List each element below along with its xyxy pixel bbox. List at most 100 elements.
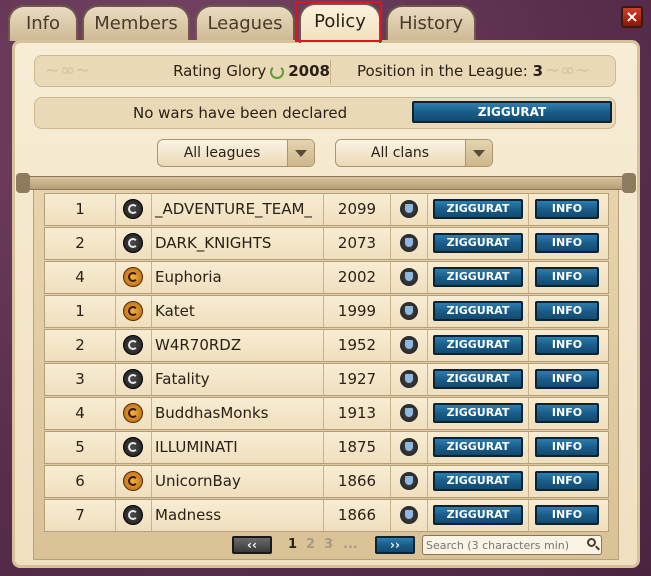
clan-score: 1999 <box>324 296 391 327</box>
ziggurat-button[interactable]: ZIGGURAT <box>433 335 523 355</box>
table-row: 4 Euphoria 2002 ZIGGURAT INFO <box>44 261 609 294</box>
clan-name: DARK_KNIGHTS <box>155 234 272 252</box>
shield-icon[interactable] <box>400 234 418 252</box>
search-input[interactable] <box>422 535 602 555</box>
shield-icon[interactable] <box>400 404 418 422</box>
info-cell: INFO <box>529 228 609 259</box>
clan-name: Euphoria <box>155 268 222 286</box>
shield-icon[interactable] <box>400 506 418 524</box>
table-row: 3 Fatality 1927 ZIGGURAT INFO <box>44 363 609 396</box>
scroll-knob-left <box>16 173 30 193</box>
shield-icon[interactable] <box>400 302 418 320</box>
clan-emblem-cell <box>115 398 152 429</box>
shield-icon[interactable] <box>400 438 418 456</box>
clan-name: ILLUMINATI <box>155 438 238 456</box>
clan-name: Katet <box>155 302 195 320</box>
page-2[interactable]: 2 <box>306 536 315 554</box>
rating-value: 2008 <box>288 62 330 80</box>
chevron-down-icon[interactable] <box>465 140 492 166</box>
clan-emblem-cell <box>115 364 152 395</box>
ziggurat-button[interactable]: ZIGGURAT <box>433 437 523 457</box>
ziggurat-cell: ZIGGURAT <box>428 364 529 395</box>
ziggurat-button[interactable]: ZIGGURAT <box>433 471 523 491</box>
position-value: 3 <box>532 62 544 80</box>
clan-score: 1952 <box>324 330 391 361</box>
ziggurat-button[interactable]: ZIGGURAT <box>433 233 523 253</box>
search-icon[interactable] <box>587 538 596 547</box>
shield-icon[interactable] <box>400 268 418 286</box>
clan-score: 2073 <box>324 228 391 259</box>
table-row: 2 W4R70RDZ 1952 ZIGGURAT INFO <box>44 329 609 362</box>
clan-emblem-icon <box>123 505 143 525</box>
clan-emblem-cell <box>115 432 152 463</box>
shield-cell <box>391 194 428 225</box>
info-button[interactable]: INFO <box>535 369 599 389</box>
info-button[interactable]: INFO <box>535 301 599 321</box>
ziggurat-button[interactable]: ZIGGURAT <box>433 403 523 423</box>
ziggurat-button[interactable]: ZIGGURAT <box>433 505 523 525</box>
rating-label: Rating Glory <box>173 62 267 80</box>
clans-dropdown[interactable]: All clans <box>335 139 493 167</box>
info-cell: INFO <box>529 466 609 497</box>
tab-members[interactable]: Members <box>82 5 190 41</box>
shield-cell <box>391 296 428 327</box>
rating-bar: ~∞~ Rating Glory 2008 Position in the Lea… <box>34 55 616 87</box>
league-rank: 2 <box>45 228 116 259</box>
league-rank: 6 <box>45 466 116 497</box>
page-3[interactable]: 3 <box>324 536 333 554</box>
ziggurat-button[interactable]: ZIGGURAT <box>412 101 612 123</box>
ziggurat-button[interactable]: ZIGGURAT <box>433 369 523 389</box>
info-cell: INFO <box>529 364 609 395</box>
tab-history[interactable]: History <box>386 5 476 41</box>
info-button[interactable]: INFO <box>535 335 599 355</box>
ziggurat-button[interactable]: ZIGGURAT <box>433 199 523 219</box>
info-cell: INFO <box>529 194 609 225</box>
info-button[interactable]: INFO <box>535 505 599 525</box>
clan-name: Fatality <box>155 370 210 388</box>
leagues-dropdown[interactable]: All leagues <box>157 139 315 167</box>
clan-score: 1913 <box>324 398 391 429</box>
ziggurat-cell: ZIGGURAT <box>428 398 529 429</box>
prev-page-button[interactable]: ‹‹ <box>232 536 272 554</box>
ziggurat-cell: ZIGGURAT <box>428 330 529 361</box>
clan-emblem-icon <box>123 471 143 491</box>
shield-cell <box>391 330 428 361</box>
scroll-knob-right <box>622 173 636 193</box>
clan-score: 1866 <box>324 466 391 497</box>
table-row: 1 _ADVENTURE_TEAM_ 2099 ZIGGURAT INFO <box>44 193 609 226</box>
leagues-dropdown-value: All leagues <box>183 145 261 161</box>
league-rank: 7 <box>45 500 116 531</box>
page-1[interactable]: 1 <box>288 536 297 554</box>
rating-glory: Rating Glory 2008 <box>155 56 330 86</box>
next-page-button[interactable]: ›› <box>375 536 415 554</box>
clan-table: 1 _ADVENTURE_TEAM_ 2099 ZIGGURAT INFO 2 DARK_K… <box>44 193 609 533</box>
info-button[interactable]: INFO <box>535 199 599 219</box>
table-row: 6 UnicornBay 1866 ZIGGURAT INFO <box>44 465 609 498</box>
clan-emblem-icon <box>123 335 143 355</box>
clan-emblem-icon <box>123 437 143 457</box>
clan-score: 1875 <box>324 432 391 463</box>
shield-icon[interactable] <box>400 472 418 490</box>
shield-icon[interactable] <box>400 200 418 218</box>
info-button[interactable]: INFO <box>535 233 599 253</box>
ziggurat-cell: ZIGGURAT <box>428 228 529 259</box>
league-rank: 1 <box>45 194 116 225</box>
shield-icon[interactable] <box>400 370 418 388</box>
ziggurat-button[interactable]: ZIGGURAT <box>433 267 523 287</box>
table-row: 1 Katet 1999 ZIGGURAT INFO <box>44 295 609 328</box>
chevron-down-icon[interactable] <box>287 140 314 166</box>
info-button[interactable]: INFO <box>535 267 599 287</box>
info-button[interactable]: INFO <box>535 471 599 491</box>
clan-name: _ADVENTURE_TEAM_ <box>155 200 312 218</box>
clan-score: 1927 <box>324 364 391 395</box>
tab-policy[interactable]: Policy <box>299 3 381 43</box>
ziggurat-button[interactable]: ZIGGURAT <box>433 301 523 321</box>
tab-info[interactable]: Info <box>8 5 78 41</box>
tab-leagues[interactable]: Leagues <box>195 5 295 41</box>
info-button[interactable]: INFO <box>535 403 599 423</box>
clan-score: 1866 <box>324 500 391 531</box>
shield-cell <box>391 500 428 531</box>
close-button[interactable]: × <box>621 6 643 28</box>
shield-icon[interactable] <box>400 336 418 354</box>
info-button[interactable]: INFO <box>535 437 599 457</box>
